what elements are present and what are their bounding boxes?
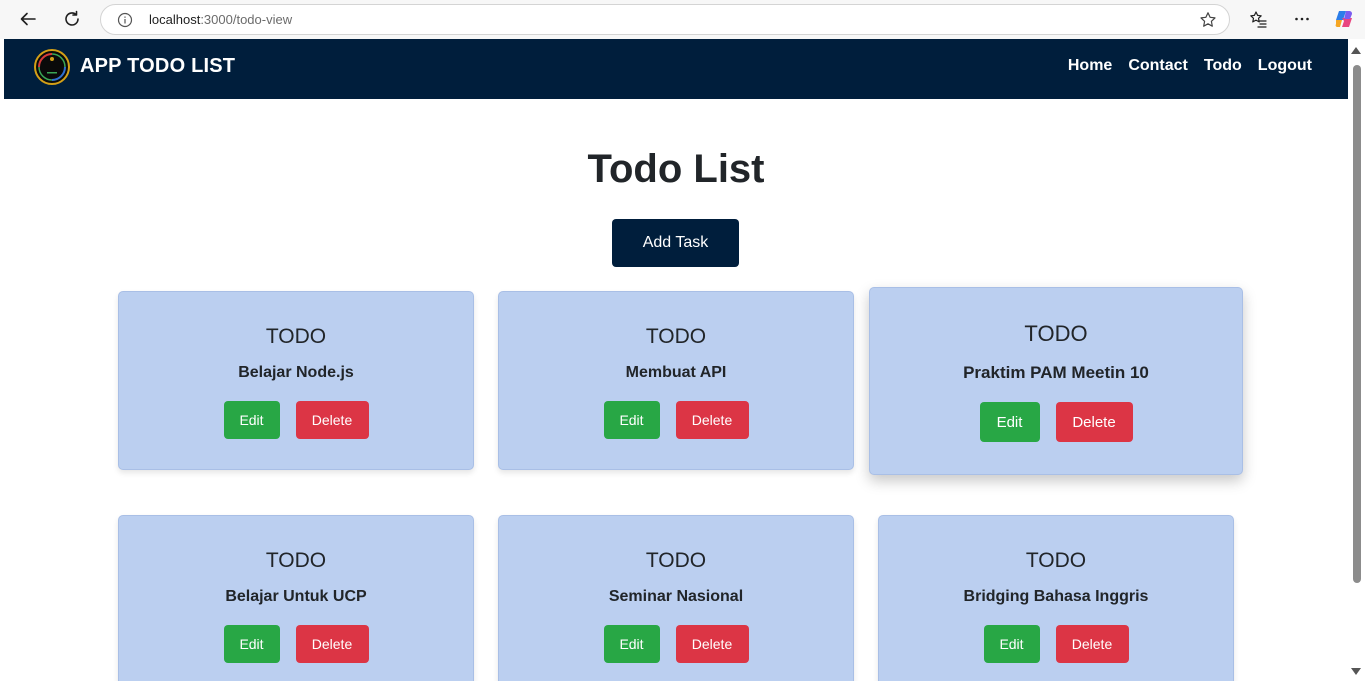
todo-title: Praktim PAM Meetin 10 xyxy=(963,363,1149,382)
page-viewport: APP TODO LIST Home Contact Todo Logout T… xyxy=(4,39,1348,681)
delete-button[interactable]: Delete xyxy=(295,625,369,663)
todo-card: TODO Bridging Bahasa Inggris Edit Delete xyxy=(878,515,1234,681)
navbar: APP TODO LIST Home Contact Todo Logout xyxy=(4,39,1348,99)
url-host: localhost xyxy=(149,12,201,27)
copilot-icon[interactable] xyxy=(1328,4,1360,34)
url-text[interactable]: localhost:3000/todo-view xyxy=(149,12,292,28)
edit-button[interactable]: Edit xyxy=(603,401,660,439)
add-task-button[interactable]: Add Task xyxy=(612,219,739,267)
todo-card: TODO Membuat API Edit Delete xyxy=(498,291,854,470)
app-brand-title[interactable]: APP TODO LIST xyxy=(80,55,235,78)
todo-status: TODO xyxy=(265,325,327,348)
delete-button[interactable]: Delete xyxy=(1055,402,1133,442)
page-title: Todo List xyxy=(587,147,765,191)
todo-title: Seminar Nasional xyxy=(608,588,744,605)
todo-title: Bridging Bahasa Inggris xyxy=(963,588,1149,605)
nav-link-todo[interactable]: Todo xyxy=(1204,57,1242,75)
address-bar[interactable]: localhost:3000/todo-view xyxy=(100,4,1230,35)
edit-button[interactable]: Edit xyxy=(983,625,1040,663)
nav-links: Home Contact Todo Logout xyxy=(1068,57,1312,75)
todo-title: Belajar Untuk UCP xyxy=(225,588,367,605)
todo-card: TODO Praktim PAM Meetin 10 Edit Delete xyxy=(869,287,1243,475)
site-info-icon[interactable] xyxy=(117,12,133,28)
todo-card: TODO Belajar Node.js Edit Delete xyxy=(118,291,474,470)
todo-actions: Edit Delete xyxy=(879,625,1233,663)
todo-status: TODO xyxy=(1025,549,1087,572)
browser-toolbar: localhost:3000/todo-view xyxy=(0,0,1365,39)
todo-card: TODO Seminar Nasional Edit Delete xyxy=(498,515,854,681)
scrollbar-thumb[interactable] xyxy=(1353,65,1361,583)
edit-button[interactable]: Edit xyxy=(223,401,280,439)
todo-actions: Edit Delete xyxy=(119,625,473,663)
delete-button[interactable]: Delete xyxy=(675,625,749,663)
todo-status: TODO xyxy=(645,549,707,572)
nav-link-contact[interactable]: Contact xyxy=(1128,57,1188,75)
delete-button[interactable]: Delete xyxy=(295,401,369,439)
edit-button[interactable]: Edit xyxy=(603,625,660,663)
nav-link-home[interactable]: Home xyxy=(1068,57,1112,75)
todo-actions: Edit Delete xyxy=(119,401,473,439)
app-logo-icon xyxy=(32,47,72,87)
todo-status: TODO xyxy=(265,549,327,572)
todo-actions: Edit Delete xyxy=(870,402,1242,442)
todo-status: TODO xyxy=(1024,321,1088,346)
todo-actions: Edit Delete xyxy=(499,401,853,439)
nav-link-logout[interactable]: Logout xyxy=(1258,57,1312,75)
vertical-scrollbar[interactable] xyxy=(1348,39,1365,681)
scroll-down-arrow-icon[interactable] xyxy=(1351,668,1361,675)
edit-button[interactable]: Edit xyxy=(979,402,1040,442)
more-options-icon[interactable] xyxy=(1286,4,1318,34)
todo-card: TODO Belajar Untuk UCP Edit Delete xyxy=(118,515,474,681)
reload-icon[interactable] xyxy=(56,4,88,34)
url-path: :3000/todo-view xyxy=(200,12,293,27)
back-arrow-icon[interactable] xyxy=(12,4,44,34)
favorites-list-icon[interactable] xyxy=(1242,4,1274,34)
edit-button[interactable]: Edit xyxy=(223,625,280,663)
todo-title: Belajar Node.js xyxy=(238,364,354,381)
favorite-star-icon[interactable] xyxy=(1199,11,1217,29)
todo-status: TODO xyxy=(645,325,707,348)
scroll-up-arrow-icon[interactable] xyxy=(1351,47,1361,54)
todo-title: Membuat API xyxy=(625,364,727,381)
delete-button[interactable]: Delete xyxy=(1055,625,1129,663)
todo-actions: Edit Delete xyxy=(499,625,853,663)
delete-button[interactable]: Delete xyxy=(675,401,749,439)
